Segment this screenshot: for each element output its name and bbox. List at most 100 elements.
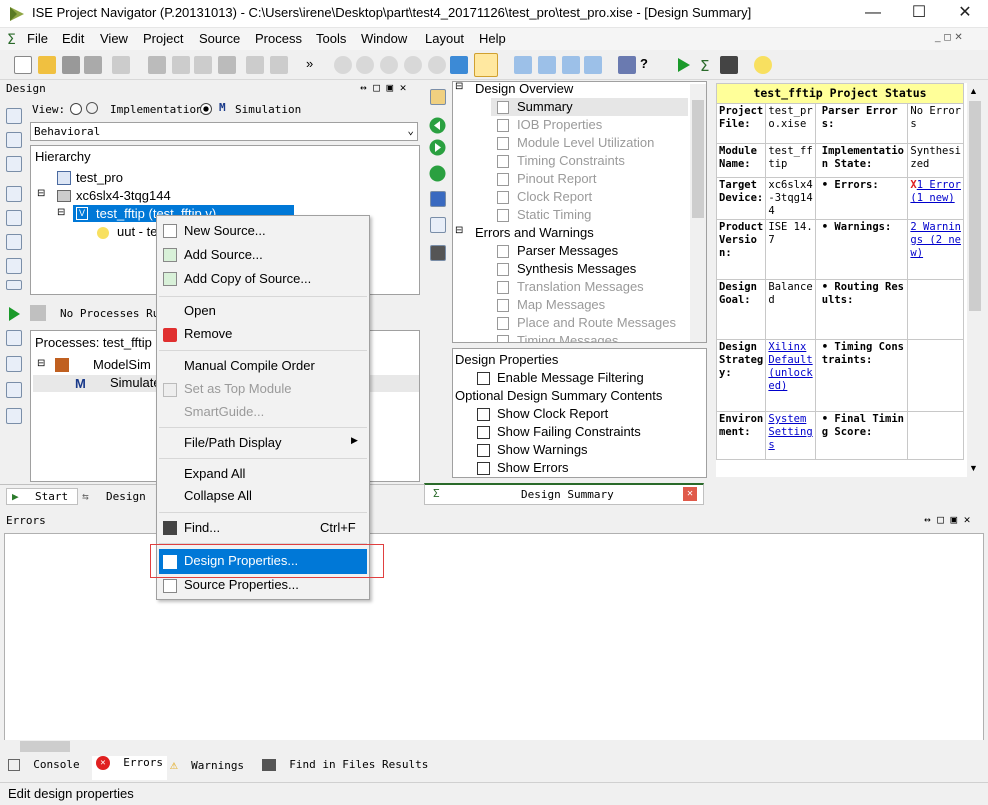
menu-window[interactable]: Window — [361, 31, 407, 46]
mdi-controls[interactable]: _ ◻ ✕ — [935, 32, 983, 46]
lightbulb-icon[interactable] — [754, 56, 772, 74]
overview-item[interactable]: Static Timing — [517, 207, 591, 222]
zoom-fit-icon[interactable] — [380, 56, 398, 74]
cut-icon[interactable] — [148, 56, 166, 74]
paste-icon[interactable] — [194, 56, 212, 74]
overview-item[interactable]: Pinout Report — [517, 171, 597, 186]
remove-icon[interactable] — [6, 210, 22, 226]
errors-hscroll-thumb[interactable] — [20, 741, 70, 752]
menu-help[interactable]: Help — [479, 31, 506, 46]
design-overview-label[interactable]: Design Overview — [475, 82, 573, 96]
status-link[interactable]: System Settings — [768, 413, 812, 451]
tab-design[interactable]: Design — [106, 490, 146, 503]
menu-source-properties[interactable]: Source Properties... — [184, 577, 299, 592]
new-source-icon[interactable] — [6, 108, 22, 124]
menu-open[interactable]: Open — [184, 303, 216, 318]
errors-warnings-item[interactable]: Synthesis Messages — [517, 261, 636, 276]
window-icon[interactable] — [584, 56, 602, 74]
redo-icon[interactable] — [270, 56, 288, 74]
process-expand-toggle[interactable]: ⊟ — [37, 358, 45, 369]
run-process-icon[interactable] — [6, 306, 22, 322]
undo-icon[interactable] — [246, 56, 264, 74]
errors-warnings-item[interactable]: Parser Messages — [517, 243, 618, 258]
menu-layout[interactable]: Layout — [425, 31, 464, 46]
save-icon[interactable] — [62, 56, 80, 74]
process-simulate[interactable]: Simulate — [110, 375, 161, 390]
telescope-icon[interactable] — [720, 56, 738, 74]
process-icon-3[interactable] — [6, 382, 22, 398]
tab-console[interactable]: Console — [8, 758, 80, 780]
process-icon-4[interactable] — [6, 408, 22, 424]
tab-warnings[interactable]: ⚠ Warnings — [170, 758, 244, 780]
design-properties-icon[interactable] — [6, 234, 22, 250]
summary-tree-icon[interactable] — [430, 217, 446, 233]
errors-collapse-toggle[interactable]: ⊟ — [455, 225, 463, 236]
tree-expand-toggle[interactable]: ⊟ — [37, 188, 45, 199]
errors-panel-controls[interactable]: ↔ □ ▣ ✕ — [924, 513, 970, 526]
delete-icon[interactable] — [218, 56, 236, 74]
scroll-up-icon[interactable]: ▲ — [969, 86, 978, 96]
errors-warnings-item[interactable]: Timing Messages — [517, 333, 618, 342]
status-scroll-thumb[interactable] — [969, 101, 981, 311]
overflow-chevron-icon[interactable]: » — [306, 56, 324, 74]
tile-horizontal-icon[interactable] — [538, 56, 556, 74]
menu-add-copy[interactable]: Add Copy of Source... — [184, 271, 311, 286]
zoom-select-icon[interactable] — [428, 56, 446, 74]
errors-warnings-label[interactable]: Errors and Warnings — [475, 225, 594, 240]
menu-view[interactable]: View — [100, 31, 128, 46]
tree-expand-toggle[interactable]: ⊟ — [57, 207, 65, 218]
hierarchy-tool-icon[interactable] — [474, 53, 498, 77]
zoom-in-icon[interactable] — [334, 56, 352, 74]
menu-file[interactable]: File — [27, 31, 48, 46]
save-all-icon[interactable] — [84, 56, 102, 74]
panel-controls[interactable]: ↔ □ ▣ ✕ — [360, 81, 406, 94]
forward-arrow-icon[interactable] — [429, 139, 446, 156]
add-source-icon[interactable] — [6, 132, 22, 148]
minimize-button[interactable]: — — [850, 0, 896, 28]
status-link[interactable]: Xilinx Default (unlocked) — [768, 341, 812, 392]
menu-tools[interactable]: Tools — [316, 31, 346, 46]
source-properties-icon[interactable] — [6, 258, 22, 274]
show-errors-checkbox[interactable] — [477, 462, 490, 475]
menu-manual-compile[interactable]: Manual Compile Order — [184, 358, 315, 373]
maximize-button[interactable]: ☐ — [896, 0, 942, 28]
hierarchy-icon[interactable] — [6, 186, 22, 202]
menu-collapse-all[interactable]: Collapse All — [184, 488, 252, 503]
help-pointer-icon[interactable]: ? — [640, 56, 658, 74]
show-failing-checkbox[interactable] — [477, 426, 490, 439]
tab-design-summary[interactable]: Σ Design Summary ✕ — [424, 483, 704, 505]
menu-new-source[interactable]: New Source... — [184, 223, 266, 238]
tab-errors[interactable]: ✕ Errors — [92, 756, 167, 780]
menu-add-source[interactable]: Add Source... — [184, 247, 263, 262]
errors-hscrollbar[interactable] — [4, 740, 984, 753]
expand-icon[interactable] — [6, 280, 22, 290]
enable-filter-checkbox[interactable] — [477, 372, 490, 385]
show-warnings-checkbox[interactable] — [477, 444, 490, 457]
menu-edit[interactable]: Edit — [62, 31, 84, 46]
process-modelsim[interactable]: ModelSim — [93, 357, 151, 372]
overview-item[interactable]: Timing Constraints — [517, 153, 625, 168]
print-icon[interactable] — [112, 56, 130, 74]
errors-warnings-item[interactable]: Place and Route Messages — [517, 315, 676, 330]
errors-warnings-item[interactable]: Translation Messages — [517, 279, 644, 294]
menu-expand-all[interactable]: Expand All — [184, 466, 245, 481]
cascade-icon[interactable] — [514, 56, 532, 74]
back-arrow-icon[interactable] — [429, 117, 446, 134]
menu-set-top[interactable]: Set as Top Module — [184, 381, 291, 396]
status-link[interactable]: 2 Warnings (2 new) — [910, 221, 961, 259]
add-copy-icon[interactable] — [6, 156, 22, 172]
report-icon[interactable] — [430, 191, 446, 207]
new-file-icon[interactable] — [14, 56, 32, 74]
tile-vertical-icon[interactable] — [562, 56, 580, 74]
menu-project[interactable]: Project — [143, 31, 183, 46]
open-folder-icon[interactable] — [38, 56, 56, 74]
overview-item[interactable]: IOB Properties — [517, 117, 602, 132]
behavioral-select[interactable]: Behavioral ⌄ — [30, 122, 418, 141]
overview-scroll-thumb[interactable] — [692, 100, 704, 218]
overview-item[interactable]: Summary — [517, 99, 573, 114]
status-link[interactable]: 1 Error (1 new) — [910, 179, 961, 204]
menu-process[interactable]: Process — [255, 31, 302, 46]
show-clock-checkbox[interactable] — [477, 408, 490, 421]
wrench-icon[interactable] — [618, 56, 636, 74]
reload-icon[interactable] — [429, 165, 446, 182]
